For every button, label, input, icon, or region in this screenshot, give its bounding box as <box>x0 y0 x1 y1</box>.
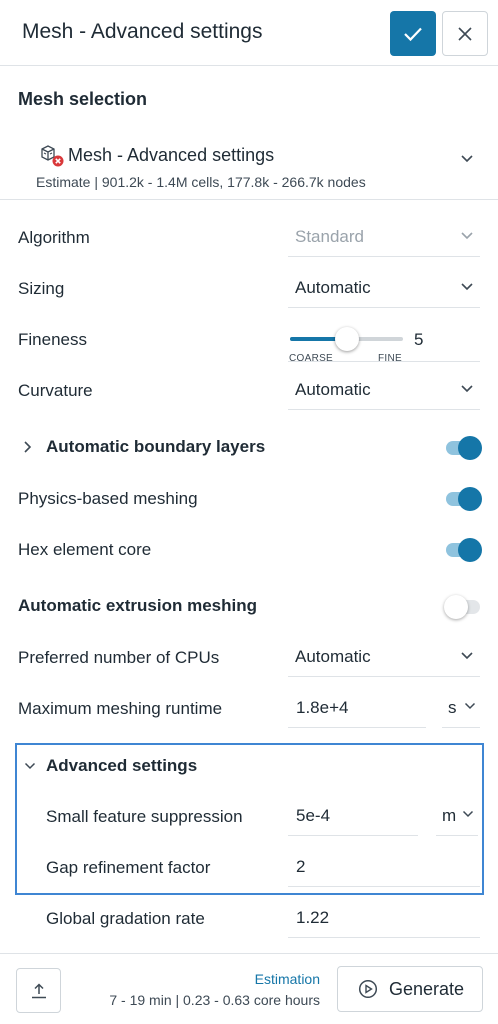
sizing-select[interactable]: Automatic <box>288 268 480 308</box>
gradation-label: Global gradation rate <box>46 909 205 928</box>
gap-refinement-label: Gap refinement factor <box>46 858 211 877</box>
fineness-underline <box>288 361 480 362</box>
close-button[interactable] <box>442 11 488 56</box>
fineness-min-label: COARSE <box>289 353 334 364</box>
algorithm-value: Standard <box>295 227 364 246</box>
mesh-error-icon <box>41 145 64 167</box>
fineness-max-label: FINE <box>378 353 402 364</box>
chevron-down-icon <box>461 652 473 660</box>
estimation-text: 7 - 19 min | 0.23 - 0.63 core hours <box>109 992 320 1008</box>
close-icon <box>458 26 472 41</box>
hex-core-toggle[interactable] <box>446 538 482 562</box>
advanced-settings-heading[interactable]: Advanced settings <box>46 756 197 776</box>
small-feature-unit-select[interactable]: m <box>436 796 478 836</box>
chevron-down-icon <box>461 385 473 393</box>
generate-button[interactable]: Generate <box>337 966 483 1012</box>
generate-label: Generate <box>389 979 465 999</box>
runtime-unit: s <box>448 698 457 717</box>
sizing-value: Automatic <box>295 278 371 297</box>
check-icon <box>404 27 422 41</box>
confirm-button[interactable] <box>390 11 436 56</box>
small-feature-unit: m <box>442 806 457 825</box>
chevron-down-icon[interactable] <box>24 762 36 770</box>
gap-refinement-value: 2 <box>296 857 306 876</box>
small-feature-label: Small feature suppression <box>46 807 243 826</box>
small-feature-input[interactable]: 5e-4 <box>288 796 418 836</box>
upload-button[interactable] <box>16 968 61 1013</box>
extrusion-meshing-label: Automatic extrusion meshing <box>18 596 257 615</box>
dialog-header: Mesh - Advanced settings <box>0 0 498 66</box>
play-icon <box>358 979 378 999</box>
mesh-name: Mesh - Advanced settings <box>68 145 275 165</box>
runtime-value: 1.8e+4 <box>296 698 349 717</box>
chevron-right-icon[interactable] <box>23 440 32 454</box>
hex-core-label: Hex element core <box>18 540 152 559</box>
fineness-slider-handle[interactable] <box>334 327 359 351</box>
physics-meshing-label: Physics-based meshing <box>18 489 198 508</box>
gradation-value: 1.22 <box>296 908 330 927</box>
dialog-footer: Estimation 7 - 19 min | 0.23 - 0.63 core… <box>0 953 498 1024</box>
chevron-down-icon <box>461 283 473 291</box>
chevron-down-icon <box>462 810 474 818</box>
chevron-down-icon <box>461 155 473 163</box>
algorithm-select[interactable]: Standard <box>288 217 480 257</box>
curvature-select[interactable]: Automatic <box>288 370 480 410</box>
curvature-value: Automatic <box>295 380 371 399</box>
dialog-title: Mesh - Advanced settings <box>22 20 263 43</box>
extrusion-meshing-toggle[interactable] <box>444 595 480 619</box>
fineness-label: Fineness <box>18 330 87 349</box>
runtime-input[interactable]: 1.8e+4 <box>288 688 426 728</box>
boundary-layers-label[interactable]: Automatic boundary layers <box>46 437 265 457</box>
gap-refinement-input[interactable]: 2 <box>288 847 480 887</box>
runtime-label: Maximum meshing runtime <box>18 699 223 718</box>
algorithm-label: Algorithm <box>18 228 90 247</box>
curvature-label: Curvature <box>18 381 93 400</box>
upload-icon <box>31 982 46 998</box>
mesh-selection-heading: Mesh selection <box>18 89 148 109</box>
physics-meshing-toggle[interactable] <box>446 487 482 511</box>
gradation-input[interactable]: 1.22 <box>288 898 480 938</box>
estimation-title[interactable]: Estimation <box>255 971 320 987</box>
fineness-value: 5 <box>414 330 424 349</box>
cpus-label: Preferred number of CPUs <box>18 648 220 667</box>
chevron-down-icon <box>464 702 476 710</box>
runtime-unit-select[interactable]: s <box>442 688 480 728</box>
small-feature-value: 5e-4 <box>296 806 331 825</box>
mesh-estimate: Estimate | 901.2k - 1.4M cells, 177.8k -… <box>36 174 366 190</box>
sizing-label: Sizing <box>18 279 65 298</box>
boundary-layers-toggle[interactable] <box>446 436 482 460</box>
cpus-select[interactable]: Automatic <box>288 637 480 677</box>
chevron-down-icon <box>461 232 473 240</box>
mesh-selector[interactable]: Mesh - Advanced settings Estimate | 901.… <box>0 130 498 200</box>
cpus-value: Automatic <box>295 647 371 666</box>
